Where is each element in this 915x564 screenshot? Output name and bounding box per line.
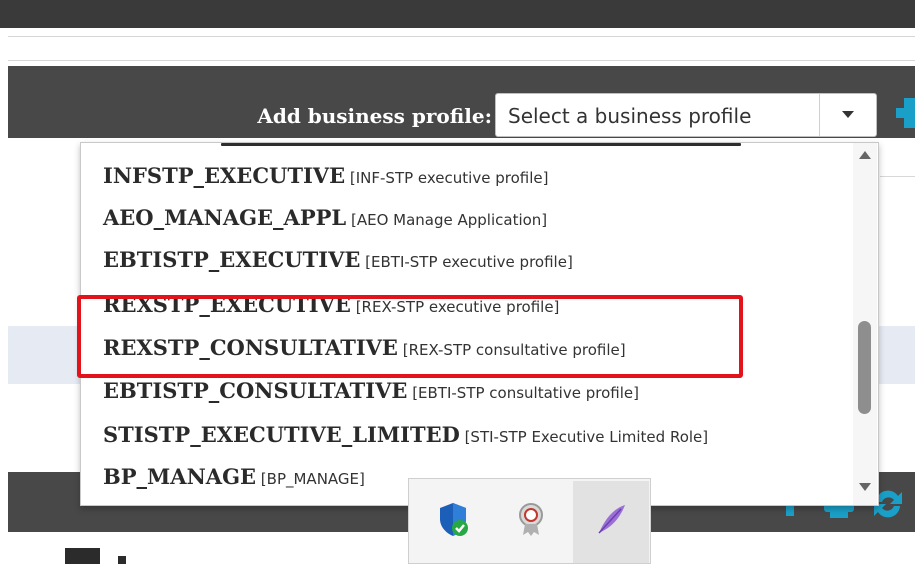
clipped-option	[221, 143, 741, 146]
highlight-annotation-box	[77, 295, 743, 378]
option-desc: [EBTI-STP consultative profile]	[412, 384, 639, 402]
option-code: BP_MANAGE	[103, 464, 257, 489]
option-ebtistp-consultative[interactable]: EBTISTP_CONSULTATIVE [EBTI-STP consultat…	[103, 378, 639, 403]
option-code: EBTISTP_EXECUTIVE	[103, 247, 361, 272]
top-bar	[0, 0, 915, 28]
column-header-fragment	[118, 556, 126, 564]
option-code: STISTP_EXECUTIVE_LIMITED	[103, 422, 460, 447]
divider	[880, 176, 915, 177]
divider	[8, 36, 915, 37]
divider	[8, 60, 915, 61]
option-code: AEO_MANAGE_APPL	[103, 205, 347, 230]
option-desc: [STI-STP Executive Limited Role]	[464, 428, 709, 446]
dropdown-scrollbar[interactable]	[853, 143, 877, 505]
security-shield-icon[interactable]	[433, 499, 473, 539]
option-desc: [BP_MANAGE]	[260, 470, 365, 488]
option-desc: [INF-STP executive profile]	[349, 169, 549, 187]
select-placeholder: Select a business profile	[508, 104, 752, 128]
scrollbar-thumb[interactable]	[858, 321, 871, 414]
add-profile-plus-icon[interactable]	[896, 92, 915, 132]
option-bp-manage[interactable]: BP_MANAGE [BP_MANAGE]	[103, 464, 365, 489]
option-infstp-executive[interactable]: INFSTP_EXECUTIVE [INF-STP executive prof…	[103, 163, 548, 188]
option-code: EBTISTP_CONSULTATIVE	[103, 378, 408, 403]
scroll-down-arrow-icon[interactable]	[859, 483, 871, 491]
option-stistp-executive-limited[interactable]: STISTP_EXECUTIVE_LIMITED [STI-STP Execut…	[103, 422, 708, 447]
add-business-profile-label: Add business profile:	[257, 104, 492, 128]
certificate-badge-icon[interactable]	[511, 499, 551, 539]
option-desc: [EBTI-STP executive profile]	[365, 253, 573, 271]
feather-quill-icon[interactable]	[591, 499, 631, 539]
option-desc: [AEO Manage Application]	[350, 211, 548, 229]
column-header-fragment	[65, 548, 100, 564]
option-aeo-manage-appl[interactable]: AEO_MANAGE_APPL [AEO Manage Application]	[103, 205, 547, 230]
option-code: INFSTP_EXECUTIVE	[103, 163, 346, 188]
scroll-up-arrow-icon[interactable]	[859, 151, 871, 159]
option-ebtistp-executive[interactable]: EBTISTP_EXECUTIVE [EBTI-STP executive pr…	[103, 247, 573, 272]
chevron-down-icon[interactable]	[819, 94, 876, 136]
business-profile-select[interactable]: Select a business profile	[495, 93, 877, 137]
tray-overflow-popup	[408, 478, 651, 564]
